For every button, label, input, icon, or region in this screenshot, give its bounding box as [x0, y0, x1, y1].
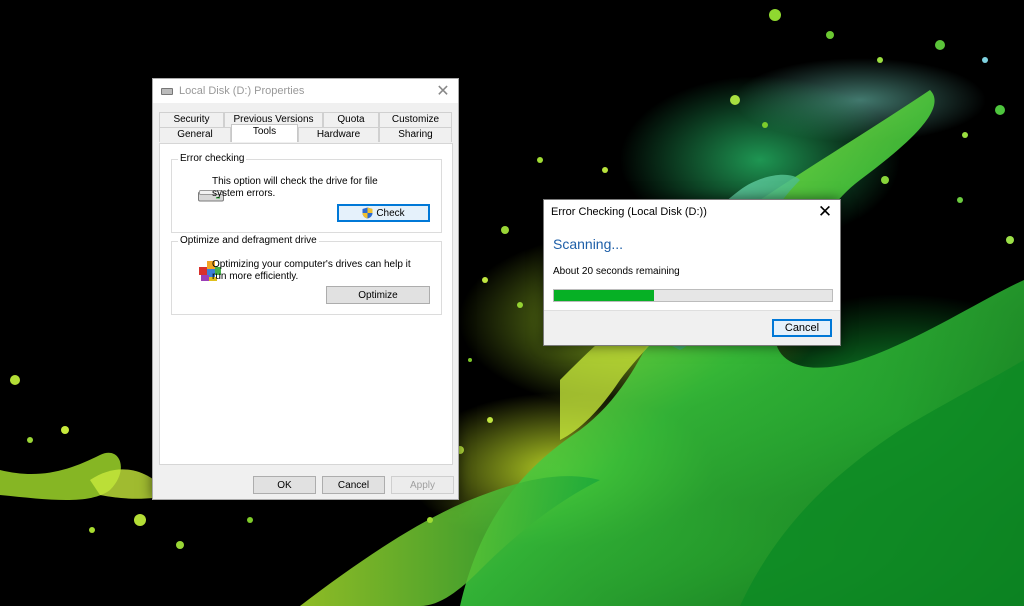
- scanning-status: Scanning...: [553, 236, 624, 252]
- tab-customize[interactable]: Customize: [379, 112, 452, 127]
- tab-strip: Security Previous Versions Quota Customi…: [159, 112, 452, 144]
- check-button[interactable]: Check: [337, 204, 430, 222]
- optimize-label: Optimize and defragment drive: [178, 235, 319, 246]
- error-checking-description: This option will check the drive for fil…: [212, 176, 378, 199]
- optimize-group: Optimize and defragment drive Optimizing…: [171, 235, 442, 315]
- scan-progress-bar: [553, 289, 833, 302]
- error-checking-label: Error checking: [178, 153, 247, 164]
- error-checking-group: Error checking This option will check th…: [171, 153, 442, 233]
- tab-sharing[interactable]: Sharing: [379, 127, 452, 142]
- scan-progress-fill: [554, 290, 655, 301]
- tab-security[interactable]: Security: [159, 112, 224, 127]
- properties-title: Local Disk (D:) Properties: [179, 85, 305, 97]
- tab-tools[interactable]: Tools: [231, 124, 298, 142]
- tools-tab-panel: Error checking This option will check th…: [159, 143, 453, 465]
- drive-icon: [161, 87, 173, 95]
- error-dialog-title: Error Checking (Local Disk (D:)): [551, 206, 707, 218]
- time-remaining: About 20 seconds remaining: [553, 266, 680, 277]
- check-button-label: Check: [376, 207, 405, 219]
- optimize-description: Optimizing your computer's drives can he…: [212, 259, 411, 282]
- drive-properties-window: Local Disk (D:) Properties ✕ Security Pr…: [152, 78, 459, 500]
- optimize-button[interactable]: Optimize: [326, 286, 430, 304]
- error-checking-dialog: Error Checking (Local Disk (D:)) ✕ Scann…: [543, 199, 841, 346]
- cancel-scan-button[interactable]: Cancel: [772, 319, 832, 337]
- tab-hardware[interactable]: Hardware: [298, 127, 379, 142]
- close-icon[interactable]: ✕: [810, 200, 840, 224]
- cancel-button[interactable]: Cancel: [322, 476, 385, 494]
- uac-shield-icon: [362, 207, 373, 219]
- error-dialog-footer: Cancel: [544, 310, 840, 345]
- ok-button[interactable]: OK: [253, 476, 316, 494]
- error-dialog-titlebar[interactable]: Error Checking (Local Disk (D:)) ✕: [544, 200, 840, 224]
- properties-titlebar[interactable]: Local Disk (D:) Properties ✕: [153, 79, 458, 103]
- close-icon[interactable]: ✕: [428, 79, 458, 103]
- tab-quota[interactable]: Quota: [323, 112, 379, 127]
- apply-button[interactable]: Apply: [391, 476, 454, 494]
- tab-general[interactable]: General: [159, 127, 231, 142]
